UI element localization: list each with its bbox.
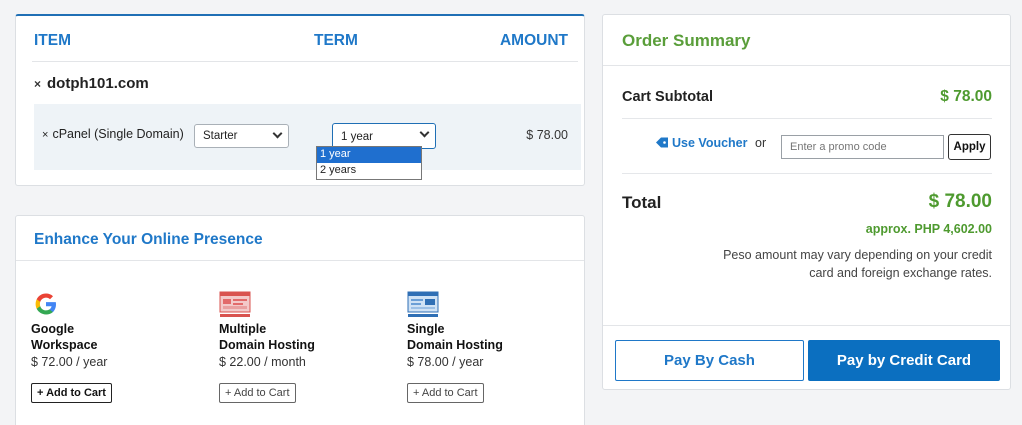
product-name: Workspace xyxy=(31,338,98,352)
plan-select[interactable]: Starter xyxy=(194,124,289,148)
domain-row: × dotph101.com xyxy=(34,75,149,92)
chevron-down-icon xyxy=(272,128,283,139)
pay-divider xyxy=(603,325,1010,326)
approx-php: approx. PHP 4,602.00 xyxy=(865,222,992,236)
addon-amount: $ 78.00 xyxy=(526,128,568,142)
subtotal-value: $ 78.00 xyxy=(940,88,992,105)
product-single-hosting: Single Domain Hosting $ 78.00 / year + A… xyxy=(407,289,577,403)
google-icon xyxy=(31,289,61,319)
use-voucher-link[interactable]: Use Voucher xyxy=(655,136,748,150)
tag-icon xyxy=(656,137,668,148)
apply-button[interactable]: Apply xyxy=(948,134,991,160)
multiple-hosting-icon xyxy=(219,289,251,319)
remove-addon-icon[interactable]: × xyxy=(42,129,48,141)
term-header: TERM xyxy=(314,32,358,49)
peso-note: Peso amount may vary depending on your c… xyxy=(723,248,992,280)
add-to-cart-button[interactable]: + Add to Cart xyxy=(31,383,112,403)
voucher-divider xyxy=(622,173,992,174)
cart-card: ITEM TERM AMOUNT × dotph101.com × cPanel (… xyxy=(15,14,585,186)
pay-by-credit-card-button[interactable]: Pay by Credit Card xyxy=(808,340,1000,381)
product-google-workspace: Google Workspace $ 72.00 / year + Add to… xyxy=(31,289,201,403)
order-summary-card: Order Summary Cart Subtotal $ 78.00 Use … xyxy=(602,14,1011,390)
term-option[interactable]: 2 years xyxy=(317,163,421,179)
addon-label: cPanel (Single Domain) xyxy=(52,127,184,141)
term-select-value: 1 year xyxy=(341,131,373,143)
addon-label-group: × cPanel (Single Domain) xyxy=(42,127,184,141)
addon-row: × cPanel (Single Domain) Starter 1 year $… xyxy=(34,104,581,170)
subtotal-label: Cart Subtotal xyxy=(622,89,714,105)
chevron-down-icon xyxy=(419,127,430,138)
product-name: Multiple xyxy=(219,322,267,336)
product-name: Domain Hosting xyxy=(219,338,315,352)
product-name: Single xyxy=(407,322,445,336)
add-to-cart-button[interactable]: + Add to Cart xyxy=(219,383,296,403)
product-multiple-hosting: Multiple Domain Hosting $ 22.00 / month … xyxy=(219,289,389,403)
enhance-divider xyxy=(16,260,584,261)
product-price: $ 72.00 / year xyxy=(31,355,108,369)
promo-code-input[interactable] xyxy=(781,135,944,159)
summary-divider xyxy=(603,65,1010,66)
item-header: ITEM xyxy=(34,32,72,49)
product-name: Domain Hosting xyxy=(407,338,503,352)
use-voucher-label: Use Voucher xyxy=(672,136,748,150)
add-to-cart-button[interactable]: + Add to Cart xyxy=(407,383,484,403)
subtotal-row: Cart Subtotal $ 78.00 xyxy=(622,88,992,105)
single-hosting-icon xyxy=(407,289,439,319)
enhance-card: Enhance Your Online Presence Google Work… xyxy=(15,215,585,425)
or-text: or xyxy=(755,136,767,150)
product-name: Google xyxy=(31,322,75,336)
product-price: $ 22.00 / month xyxy=(219,355,306,369)
header-divider xyxy=(32,61,578,62)
total-label: Total xyxy=(622,193,662,212)
amount-header: AMOUNT xyxy=(499,32,568,49)
order-summary-title: Order Summary xyxy=(622,31,751,50)
subtotal-divider xyxy=(622,118,992,119)
enhance-title: Enhance Your Online Presence xyxy=(34,231,263,248)
total-value: $ 78.00 xyxy=(928,191,992,212)
plan-select-value: Starter xyxy=(203,130,238,142)
domain-name: dotph101.com xyxy=(47,75,149,92)
remove-domain-icon[interactable]: × xyxy=(34,77,41,91)
product-price: $ 78.00 / year xyxy=(407,355,484,369)
term-option[interactable]: 1 year xyxy=(317,147,421,163)
term-dropdown-list: 1 year 2 years xyxy=(316,146,422,180)
pay-by-cash-button[interactable]: Pay By Cash xyxy=(615,340,804,381)
total-row: Total $ 78.00 xyxy=(622,191,992,213)
